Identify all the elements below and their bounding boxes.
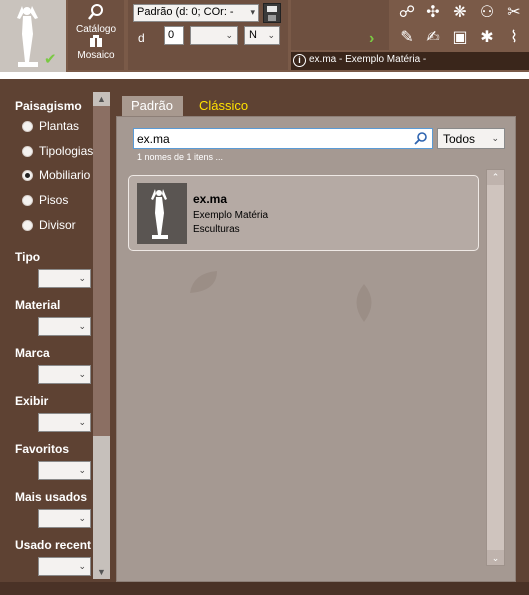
info-icon: i [293, 54, 306, 67]
catalog-button[interactable]: Catálogo Mosaico [68, 0, 124, 70]
search-input[interactable] [137, 130, 407, 147]
result-count: 1 nomes de 1 itens ... [137, 152, 224, 162]
filter-marca-select[interactable]: ⌄ [38, 365, 91, 384]
filter-exibir-label: Exibir [15, 394, 49, 408]
radio-label: Mobiliario [39, 168, 91, 182]
radio-label: Pisos [39, 193, 69, 207]
scroll-thumb[interactable] [93, 106, 110, 436]
filter-exibir-select[interactable]: ⌄ [38, 413, 91, 432]
mosaic-label[interactable]: Mosaico [68, 50, 124, 61]
catalog-label: Catálogo [75, 24, 117, 35]
n-select-value: N [249, 29, 257, 41]
filter-mais-usados-select[interactable]: ⌄ [38, 509, 91, 528]
chevron-right-icon[interactable]: › [369, 30, 374, 48]
catalog-panel: Todos ⌄ 1 nomes de 1 itens ... ex.ma Exe… [116, 116, 516, 582]
filter-tipo-select[interactable]: ⌄ [38, 269, 91, 288]
filter-favoritos-select[interactable]: ⌄ [38, 461, 91, 480]
radio-button[interactable] [22, 195, 33, 206]
scroll-track[interactable] [487, 185, 504, 550]
n-select[interactable]: N ⌄ [244, 26, 280, 45]
molecule-icon[interactable]: ✣ [422, 2, 444, 24]
chevron-down-icon: ▾ [250, 7, 255, 17]
result-title: ex.ma [193, 192, 228, 206]
statue-logo-button[interactable]: ✔ [0, 0, 66, 72]
radio-label: Plantas [39, 119, 80, 133]
divider [0, 72, 529, 79]
info-bar: i ex.ma - Exemplo Matéria - [291, 52, 529, 70]
radio-button[interactable] [22, 146, 33, 157]
chevron-down-icon: ⌄ [78, 465, 86, 475]
style-controls: Padrão (d: 0; COr: - ▾ d 0 ⌄ N ⌄ [128, 0, 288, 70]
toolbar: ✔ Catálogo Mosaico Padrão (d: 0; COr: - … [0, 0, 529, 72]
leaf-decoration [356, 284, 372, 322]
filter-material-select[interactable]: ⌄ [38, 317, 91, 336]
mosaic-icon [90, 35, 102, 47]
check-icon: ✔ [44, 51, 57, 68]
d-options-select[interactable]: ⌄ [190, 26, 238, 45]
chevron-down-icon: ⌄ [78, 273, 86, 283]
info-text: ex.ma - Exemplo Matéria - [309, 54, 427, 65]
chevron-down-icon: ⌄ [225, 30, 233, 40]
d-value-input[interactable]: 0 [164, 26, 184, 45]
radio-button[interactable] [22, 220, 33, 231]
brush-icon[interactable]: ⌇ [503, 27, 525, 49]
scroll-down-icon[interactable]: ▼ [93, 565, 110, 579]
d-label: d [138, 31, 145, 45]
scroll-down-icon[interactable]: ⌄ [487, 551, 504, 565]
chevron-down-icon: ⌄ [78, 321, 86, 331]
filter-usado-recent-select[interactable]: ⌄ [38, 557, 91, 576]
content-scrollbar[interactable]: ⌃ ⌄ [486, 169, 505, 566]
radio-label: Divisor [39, 218, 76, 232]
filter-usado-recent-label: Usado recent [15, 538, 92, 552]
search-field[interactable] [133, 128, 433, 149]
scroll-up-icon[interactable]: ▲ [93, 92, 110, 106]
style-select[interactable]: Padrão (d: 0; COr: - ▾ [133, 4, 259, 22]
scissors-icon[interactable]: ✂ [503, 2, 525, 24]
filter-mais-usados-label: Mais usados [15, 490, 88, 504]
result-subtitle: Exemplo Matéria [193, 210, 269, 221]
star-node-icon[interactable]: ✱ [476, 27, 498, 49]
style-select-value: Padrão (d: 0; COr: - [137, 6, 234, 18]
chevron-down-icon: ⌄ [78, 561, 86, 571]
scroll-up-icon[interactable]: ⌃ [487, 170, 504, 184]
radio-label: Tipologias [39, 144, 94, 158]
radio-button[interactable] [22, 170, 33, 181]
leaf-decoration [190, 271, 217, 293]
tool-icon-grid: ☍ ✣ ❋ ⚇ ✂ ✎ ✍ ▣ ✱ ⌇ [392, 0, 529, 50]
chevron-down-icon: ⌄ [267, 30, 275, 40]
paisagismo-title: Paisagismo [15, 99, 82, 113]
filter-marca-label: Marca [15, 346, 50, 360]
filter-tipo-label: Tipo [15, 250, 41, 264]
edit-box-icon[interactable]: ✍ [422, 27, 444, 49]
result-thumbnail [137, 183, 187, 244]
search-icon[interactable] [414, 131, 428, 145]
sidebar-scrollbar[interactable]: ▲ ▼ [93, 92, 110, 579]
scope-select-value: Todos [443, 132, 476, 146]
tab-padrao[interactable]: Padrão [122, 96, 183, 116]
node-graph-icon[interactable]: ⚇ [476, 2, 498, 24]
filter-favoritos-label: Favoritos [15, 442, 70, 456]
radio-button[interactable] [22, 121, 33, 132]
result-card[interactable]: ex.ma Exemplo Matéria Esculturas [128, 175, 479, 251]
save-icon[interactable] [263, 3, 281, 23]
chevron-down-icon: ⌄ [78, 417, 86, 427]
chevron-down-icon: ⌄ [78, 513, 86, 523]
result-category: Esculturas [193, 224, 240, 235]
chevron-down-icon: ⌄ [491, 133, 499, 143]
bottom-strip [0, 582, 529, 595]
scope-select[interactable]: Todos ⌄ [437, 128, 505, 149]
magnifier-icon [88, 4, 103, 20]
chevron-down-icon: ⌄ [78, 369, 86, 379]
statue-icon [151, 189, 168, 239]
filter-material-label: Material [15, 298, 61, 312]
pen-line-icon[interactable]: ✎ [396, 27, 418, 49]
link-icon[interactable]: ☍ [396, 2, 418, 24]
hexagon-cluster-icon[interactable]: ❋ [449, 2, 471, 24]
note-icon[interactable]: ▣ [449, 27, 471, 49]
tab-classico[interactable]: Clássico [190, 96, 260, 116]
